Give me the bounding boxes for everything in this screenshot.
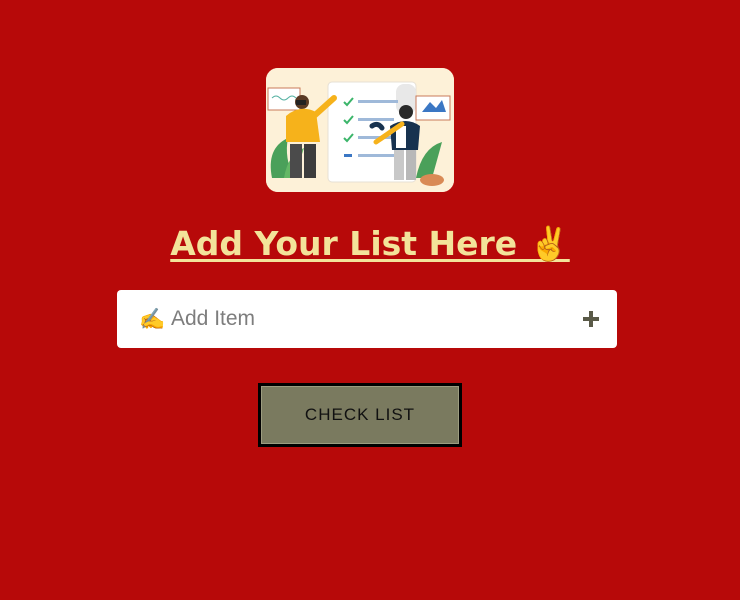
add-item-field: ✍️ xyxy=(117,290,617,348)
plus-icon xyxy=(583,311,599,327)
add-item-input[interactable] xyxy=(171,302,561,336)
page-title: Add Your List Here ✌️ xyxy=(170,224,570,263)
check-list-button[interactable]: CHECK LIST xyxy=(258,383,462,447)
checklist-illustration xyxy=(266,68,454,192)
writing-hand-icon: ✍️ xyxy=(139,307,166,331)
add-item-button[interactable] xyxy=(577,305,605,333)
page: Add Your List Here ✌️ ✍️ CHECK LIST xyxy=(0,0,740,600)
